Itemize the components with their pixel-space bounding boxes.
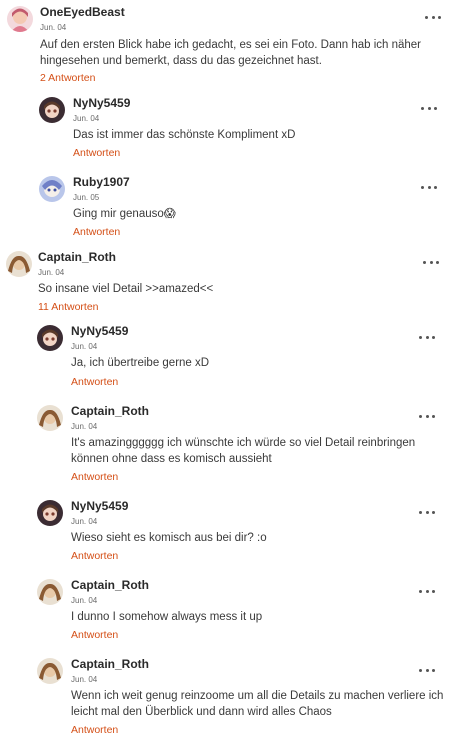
comment-text: So insane viel Detail >>amazed<< [38,283,214,295]
comment-date: Jun. 04 [73,114,100,123]
user-avatar[interactable] [37,500,63,526]
comment-text: Auf den ersten Blick habe ich gedacht, e… [40,39,422,67]
username[interactable]: NyNy5459 [73,96,130,110]
more-options-icon[interactable] [421,181,437,193]
more-options-icon[interactable] [423,256,439,268]
more-options-icon[interactable] [419,331,435,343]
user-avatar[interactable] [6,251,32,277]
username[interactable]: Ruby1907 [73,175,130,189]
comment-date: Jun. 05 [73,193,100,202]
more-options-icon[interactable] [419,506,435,518]
comment-text: Ging mir genauso😱 [73,208,176,220]
comment-date: Jun. 04 [71,422,98,431]
username[interactable]: OneEyedBeast [40,5,125,19]
replies-count-link[interactable]: 11 Antworten [38,301,99,313]
reply-link[interactable]: Antworten [73,147,120,159]
replies-count-link[interactable]: 2 Antworten [40,72,95,84]
username[interactable]: Captain_Roth [71,404,149,418]
comment-text: Das ist immer das schönste Kompliment xD [73,129,296,141]
user-avatar[interactable] [37,579,63,605]
user-avatar[interactable] [7,6,33,32]
username[interactable]: NyNy5459 [71,499,128,513]
comment-date: Jun. 04 [71,675,98,684]
more-options-icon[interactable] [421,102,437,114]
comment-date: Jun. 04 [71,342,98,351]
user-avatar[interactable] [37,325,63,351]
more-options-icon[interactable] [419,585,435,597]
comment-date: Jun. 04 [71,596,98,605]
comment-text: Wenn ich weit genug reinzoome um all die… [71,690,444,718]
comment-date: Jun. 04 [40,23,67,32]
user-avatar[interactable] [39,176,65,202]
user-avatar[interactable] [37,658,63,684]
comment-text: Ja, ich übertreibe gerne xD [71,357,210,369]
user-avatar[interactable] [37,405,63,431]
reply-link[interactable]: Antworten [71,724,118,736]
reply-link[interactable]: Antworten [71,550,118,562]
more-options-icon[interactable] [419,664,435,676]
username[interactable]: Captain_Roth [71,578,149,592]
reply-link[interactable]: Antworten [71,629,118,641]
comment-text: I dunno I somehow always mess it up [71,611,263,623]
username[interactable]: Captain_Roth [38,250,116,264]
reply-link[interactable]: Antworten [73,226,120,238]
more-options-icon[interactable] [419,410,435,422]
reply-link[interactable]: Antworten [71,471,118,483]
username[interactable]: Captain_Roth [71,657,149,671]
comment-text: It's amazingggggg ich wünschte ich würde… [71,437,416,465]
username[interactable]: NyNy5459 [71,324,128,338]
more-options-icon[interactable] [425,11,441,23]
reply-link[interactable]: Antworten [71,376,118,388]
comment-date: Jun. 04 [38,268,65,277]
comment-date: Jun. 04 [71,517,98,526]
user-avatar[interactable] [39,97,65,123]
comment-text: Wieso sieht es komisch aus bei dir? :o [71,532,267,544]
